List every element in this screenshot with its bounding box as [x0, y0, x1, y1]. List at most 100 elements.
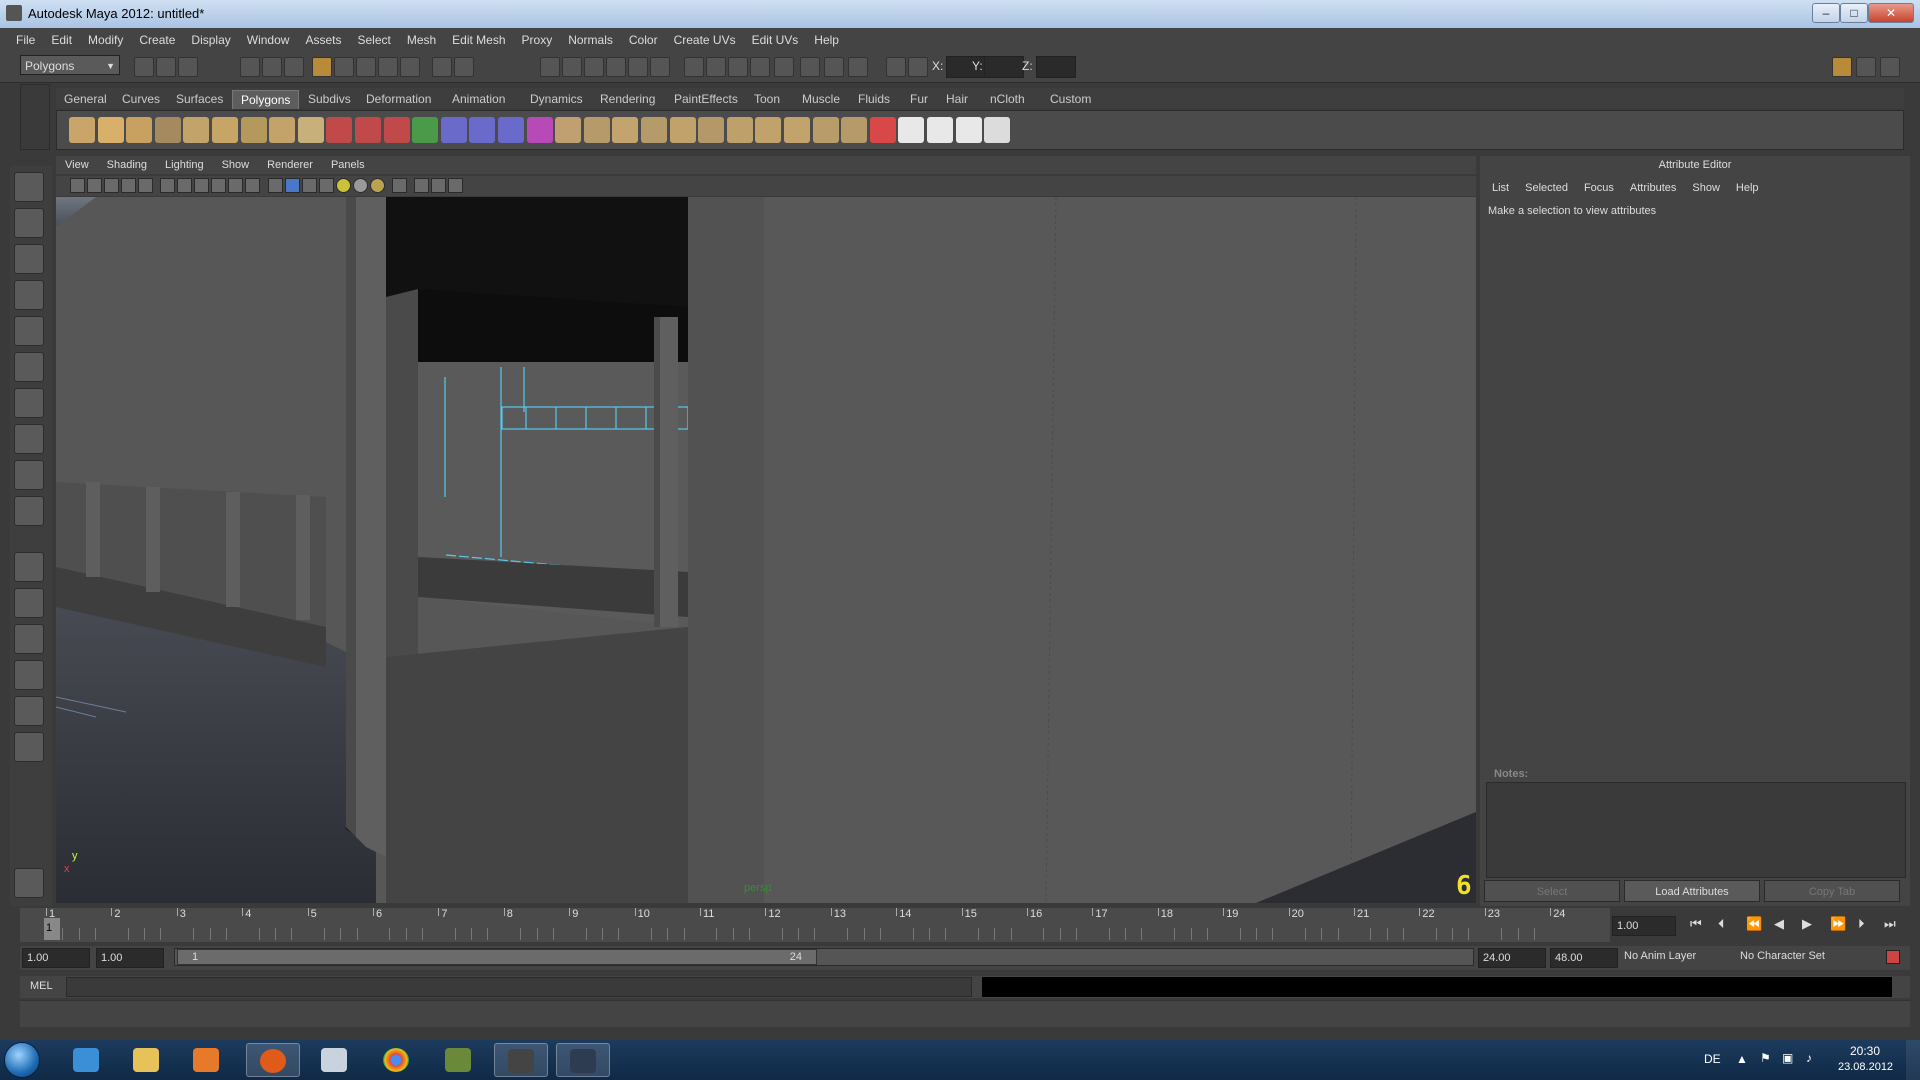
file-explorer-icon[interactable] — [120, 1043, 174, 1077]
automatic-mapping-icon[interactable] — [955, 117, 982, 143]
last-tool-icon[interactable] — [14, 496, 44, 526]
perspective-viewport[interactable]: y x persp 6 — [56, 197, 1476, 903]
close-button[interactable]: ✕ — [1868, 3, 1914, 23]
show-desktop-button[interactable] — [1906, 1040, 1920, 1080]
ae-menu-help[interactable]: Help — [1728, 178, 1767, 198]
menu-assets[interactable]: Assets — [297, 28, 349, 52]
render-current-icon[interactable] — [540, 57, 560, 77]
safe-action-icon[interactable] — [245, 178, 260, 193]
media-player-icon[interactable] — [180, 1043, 234, 1077]
toggle-tool-settings-icon[interactable] — [1856, 57, 1876, 77]
image-plane-icon[interactable] — [121, 178, 136, 193]
offset-edgeloop-icon[interactable] — [812, 117, 839, 143]
maximize-button[interactable]: □ — [1840, 3, 1868, 23]
persp-outliner-layout-icon[interactable] — [14, 624, 44, 654]
y-coord-field[interactable] — [984, 56, 1024, 78]
shelf-options[interactable] — [20, 84, 50, 150]
combine-icon[interactable] — [326, 117, 353, 143]
single-perspective-layout-icon[interactable] — [14, 552, 44, 582]
calculator-icon[interactable] — [308, 1043, 362, 1077]
planar-mapping-icon[interactable] — [869, 117, 896, 143]
triangulate-icon[interactable] — [612, 117, 639, 143]
quadrangulate-icon[interactable] — [641, 117, 667, 143]
separate-icon[interactable] — [355, 117, 381, 143]
output-ops-icon[interactable] — [454, 57, 474, 77]
start-time-field[interactable]: 1.00 — [22, 948, 90, 968]
2d-pan-zoom-icon[interactable] — [138, 178, 153, 193]
select-tool-icon[interactable] — [14, 172, 44, 202]
tab-polygons[interactable]: Polygons — [232, 90, 300, 109]
grid-icon[interactable] — [160, 178, 175, 193]
move-tool-icon[interactable] — [14, 280, 44, 310]
tab-custom[interactable]: Custom — [1042, 90, 1099, 108]
sculpt-icon[interactable] — [841, 117, 868, 143]
batch-render-icon[interactable] — [750, 57, 770, 77]
snap-point-icon[interactable] — [356, 57, 376, 77]
use-default-light-icon[interactable] — [336, 178, 351, 193]
smooth-icon[interactable] — [412, 117, 439, 143]
all-lights-icon[interactable] — [370, 178, 385, 193]
poly-plane-icon[interactable] — [183, 117, 210, 143]
tab-hair[interactable]: Hair — [938, 90, 976, 108]
anim-layer-selector[interactable]: No Anim Layer — [1624, 950, 1696, 962]
shadows-icon[interactable] — [353, 178, 368, 193]
snap-view-icon[interactable] — [378, 57, 398, 77]
language-indicator[interactable]: DE — [1704, 1052, 1721, 1066]
toggle-channel-box-icon[interactable] — [1880, 57, 1900, 77]
time-slider[interactable]: 1 1 2 3 4 5 6 7 8 9 10 11 12 13 14 15 16 17 18 19 20 21 22 23 2… — [20, 908, 1610, 942]
menu-color[interactable]: Color — [621, 28, 666, 52]
persp-graph-layout-icon[interactable] — [14, 660, 44, 690]
tab-general[interactable]: General — [56, 90, 115, 108]
menu-proxy[interactable]: Proxy — [514, 28, 561, 52]
ae-menu-selected[interactable]: Selected — [1517, 178, 1576, 198]
firefox-icon[interactable] — [246, 1043, 300, 1077]
panel-menu-renderer[interactable]: Renderer — [258, 156, 322, 174]
panel-menu-show[interactable]: Show — [213, 156, 259, 174]
select-object-icon[interactable] — [262, 57, 282, 77]
network-icon[interactable]: ▣ — [1782, 1051, 1793, 1065]
bool-union-icon[interactable] — [440, 117, 467, 143]
range-slider-handle[interactable]: 1 24 — [177, 949, 817, 965]
fill-hole-icon[interactable] — [583, 117, 610, 143]
step-back-key-icon[interactable]: ⏪ — [1746, 916, 1762, 932]
snapshot-icon[interactable] — [728, 57, 748, 77]
volume-icon[interactable]: ♪ — [1806, 1051, 1812, 1065]
maya-tray-icon[interactable] — [556, 1043, 610, 1077]
playback-start-field[interactable]: 1.00 — [96, 948, 164, 968]
wireframe-icon[interactable] — [268, 178, 283, 193]
cylindrical-mapping-icon[interactable] — [898, 117, 925, 143]
lasso-tool-icon[interactable] — [14, 208, 44, 238]
gate-mask-icon[interactable] — [211, 178, 226, 193]
field-chart-icon[interactable] — [228, 178, 243, 193]
copy-tab-button[interactable]: Copy Tab — [1764, 880, 1900, 902]
resolution-gate-icon[interactable] — [194, 178, 209, 193]
ae-menu-show[interactable]: Show — [1684, 178, 1728, 198]
smooth-shade-icon[interactable] — [285, 178, 300, 193]
menu-create[interactable]: Create — [131, 28, 183, 52]
menu-edit-mesh[interactable]: Edit Mesh — [444, 28, 513, 52]
start-button[interactable] — [4, 1042, 40, 1078]
show-manipulator-icon[interactable] — [14, 460, 44, 490]
tractor-game-icon[interactable] — [432, 1043, 486, 1077]
internet-explorer-icon[interactable] — [60, 1043, 114, 1077]
xray-components-icon[interactable] — [448, 178, 463, 193]
spherical-mapping-icon[interactable] — [927, 117, 953, 143]
clock-time[interactable]: 20:30 — [1850, 1044, 1880, 1058]
split-polygon-icon[interactable] — [755, 117, 782, 143]
poly-pipe-icon[interactable] — [269, 117, 296, 143]
ae-select-button[interactable]: Select — [1484, 880, 1620, 902]
notes-field[interactable] — [1486, 782, 1906, 878]
average-vertices-icon[interactable] — [555, 117, 582, 143]
uv-editor-icon[interactable] — [984, 117, 1011, 143]
menu-file[interactable]: File — [8, 28, 43, 52]
end-time-field[interactable]: 48.00 — [1550, 948, 1618, 968]
hypershade-layout-icon[interactable] — [14, 696, 44, 726]
tab-surfaces[interactable]: Surfaces — [168, 90, 231, 108]
command-language-toggle[interactable]: MEL — [30, 980, 53, 992]
universal-manipulator-icon[interactable] — [14, 388, 44, 418]
transform-icon[interactable] — [774, 57, 794, 77]
extract-icon[interactable] — [383, 117, 410, 143]
relative-transform-icon[interactable] — [886, 57, 906, 77]
snap-curve-icon[interactable] — [334, 57, 354, 77]
step-forward-frame-icon[interactable]: ⏵ — [1858, 916, 1865, 932]
